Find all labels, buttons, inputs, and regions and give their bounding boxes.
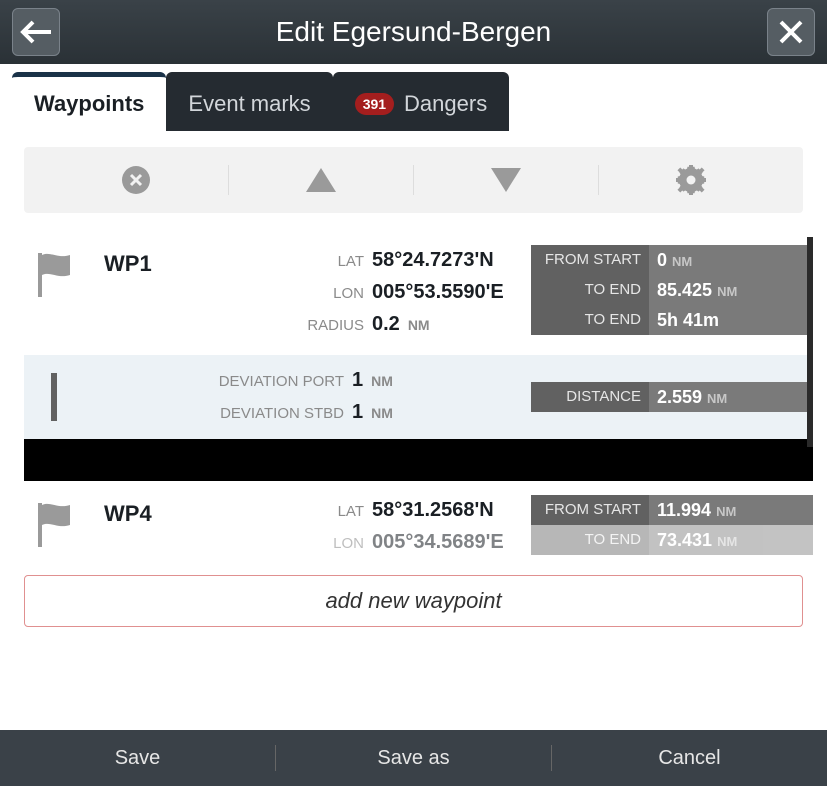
lat-value: 58°31.2568'N <box>372 495 494 525</box>
content-panel: Waypoints Event marks 391 Dangers <box>0 64 827 730</box>
flag-icon <box>32 499 76 547</box>
close-button[interactable] <box>767 8 815 56</box>
stat-unit: NM <box>672 247 692 277</box>
tab-event-marks[interactable]: Event marks <box>166 72 332 131</box>
back-button[interactable] <box>12 8 60 56</box>
screenshot-gap <box>24 439 813 481</box>
page-title: Edit Egersund-Bergen <box>276 16 552 48</box>
distance-value: 2.559 <box>657 382 702 412</box>
cancel-label: Cancel <box>658 747 720 769</box>
lat-value: 58°24.7273'N <box>372 245 494 275</box>
stat-value: 11.994 <box>657 495 711 525</box>
lon-label: LON <box>224 529 364 559</box>
stat-value: 0 <box>657 245 667 275</box>
stat-unit: NM <box>716 497 736 527</box>
tab-waypoints[interactable]: Waypoints <box>12 72 166 131</box>
stat-label: TO END <box>531 305 649 335</box>
deviation-col: DEVIATION PORT 1 NM DEVIATION STBD 1 NM <box>204 365 511 429</box>
tabs-row: Waypoints Event marks 391 Dangers <box>0 64 827 131</box>
waypoint-name: WP4 <box>104 495 204 527</box>
triangle-down-icon <box>489 166 523 194</box>
stat-label: FROM START <box>531 245 649 275</box>
stat-label: FROM START <box>531 495 649 525</box>
scrollbar-thumb[interactable] <box>807 237 813 447</box>
radius-value: 0.2 <box>372 309 400 339</box>
settings-button[interactable] <box>599 164 783 196</box>
dev-stbd-value: 1 <box>352 397 363 427</box>
stat-unit: NM <box>717 277 737 307</box>
header-bar: Edit Egersund-Bergen <box>0 0 827 64</box>
stats: FROM START 11.994 NM TO END 73.431 NM <box>531 495 813 555</box>
circle-x-icon <box>121 165 151 195</box>
cancel-button[interactable]: Cancel <box>552 747 827 770</box>
flag-icon <box>32 249 76 297</box>
leg-bar-icon <box>51 373 57 421</box>
stat-label: TO END <box>531 275 649 305</box>
save-label: Save <box>115 747 161 769</box>
lat-label: LAT <box>224 247 364 277</box>
stat-value: 73.431 <box>657 525 712 555</box>
lon-value: 005°53.5590'E <box>372 277 504 307</box>
lon-value: 005°34.5689'E <box>372 527 504 557</box>
lon-label: LON <box>224 279 364 309</box>
triangle-up-icon <box>304 166 338 194</box>
distance-unit: NM <box>707 384 727 414</box>
stat-unit: NM <box>717 527 737 557</box>
radius-unit: NM <box>408 310 430 340</box>
close-icon <box>778 19 804 45</box>
lat-label: LAT <box>224 497 364 527</box>
add-waypoint-label: add new waypoint <box>325 588 501 614</box>
stats: FROM START 0 NM TO END 85.425 NM TO END <box>531 245 813 335</box>
save-button[interactable]: Save <box>0 747 275 770</box>
delete-button[interactable] <box>44 165 228 195</box>
dangers-count-badge: 391 <box>355 93 394 115</box>
flag-icon-col <box>24 245 84 297</box>
dev-port-unit: NM <box>371 366 393 396</box>
tab-label: Dangers <box>404 91 487 117</box>
arrow-left-icon <box>19 18 53 46</box>
dev-port-label: DEVIATION PORT <box>204 367 344 397</box>
stat-value: 5h 41m <box>657 305 719 335</box>
leg-bar-col <box>24 373 84 421</box>
footer-bar: Save Save as Cancel <box>0 730 827 786</box>
waypoint-name: WP1 <box>104 245 204 277</box>
flag-icon-col <box>24 495 84 547</box>
add-waypoint-button[interactable]: add new waypoint <box>24 575 803 627</box>
distance-label: DISTANCE <box>531 382 649 412</box>
move-down-button[interactable] <box>414 166 598 194</box>
coords: LAT 58°31.2568'N LON 005°34.5689'E <box>224 495 511 559</box>
stat-value: 85.425 <box>657 275 712 305</box>
leg-row[interactable]: DEVIATION PORT 1 NM DEVIATION STBD 1 NM … <box>24 355 813 439</box>
dev-stbd-unit: NM <box>371 398 393 428</box>
tab-label: Waypoints <box>34 91 144 117</box>
dev-port-value: 1 <box>352 365 363 395</box>
leg-stats: DISTANCE 2.559 NM <box>531 382 813 412</box>
stat-label: TO END <box>531 525 649 555</box>
radius-label: RADIUS <box>224 311 364 341</box>
save-as-label: Save as <box>377 747 449 769</box>
tab-dangers[interactable]: 391 Dangers <box>333 72 510 131</box>
waypoint-toolbar <box>24 147 803 213</box>
coords: LAT 58°24.7273'N LON 005°53.5590'E RADIU… <box>224 245 511 341</box>
dev-stbd-label: DEVIATION STBD <box>204 399 344 429</box>
tab-label: Event marks <box>188 91 310 117</box>
gear-icon <box>675 164 707 196</box>
save-as-button[interactable]: Save as <box>276 747 551 770</box>
waypoint-list[interactable]: WP1 LAT 58°24.7273'N LON 005°53.5590'E R… <box>24 237 813 565</box>
waypoint-row[interactable]: WP4 LAT 58°31.2568'N LON 005°34.5689'E F… <box>24 481 813 565</box>
move-up-button[interactable] <box>229 166 413 194</box>
waypoint-row[interactable]: WP1 LAT 58°24.7273'N LON 005°53.5590'E R… <box>24 237 813 347</box>
